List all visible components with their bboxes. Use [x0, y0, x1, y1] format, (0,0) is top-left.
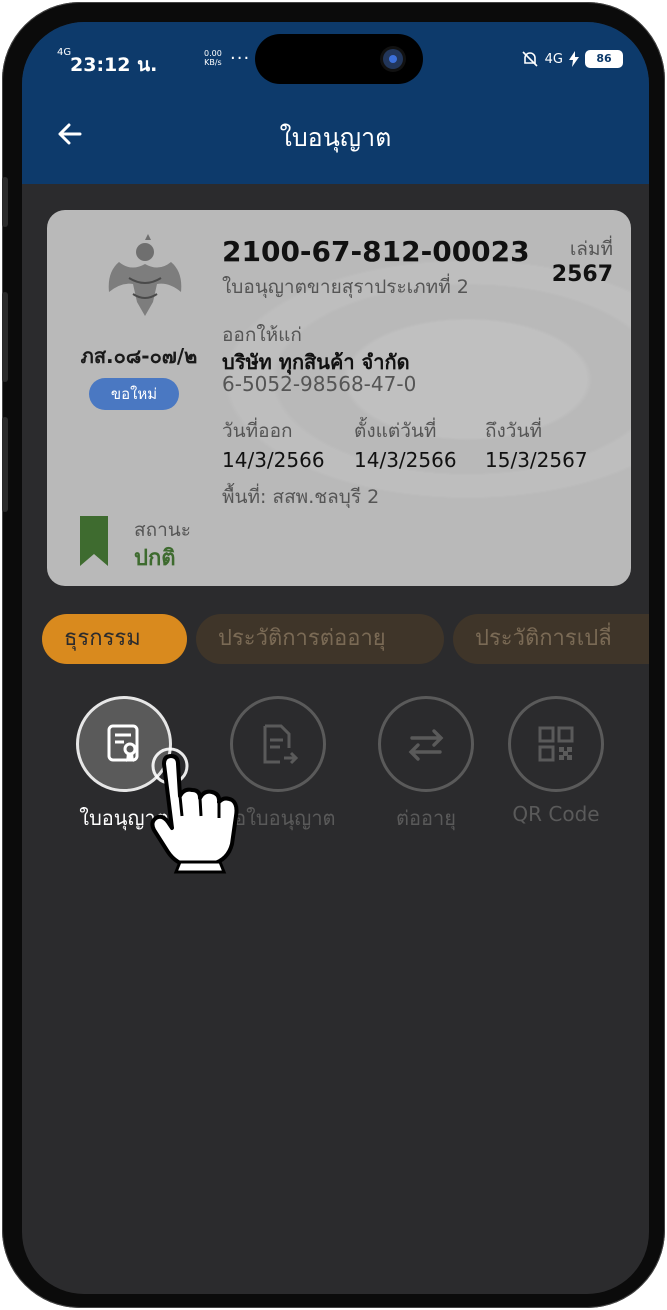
bell-muted-icon [522, 51, 538, 67]
date-value: 14/3/2566 [222, 448, 325, 472]
action-circle [378, 696, 474, 792]
network-type: 4G [544, 51, 563, 67]
volume-up-button [2, 292, 8, 382]
action-qr-code[interactable]: QR Code [496, 696, 616, 826]
renew-icon [408, 729, 444, 761]
charging-icon [569, 51, 579, 67]
request-type-badge: ขอใหม่ [89, 378, 179, 410]
screen: 4G 23:12 น. 0.00 KB/s ··· 4G 86 ใบอนุญาต… [22, 22, 649, 1294]
dynamic-island [255, 34, 423, 84]
pointing-hand-icon [150, 747, 239, 874]
bookmark-flag-icon [80, 516, 108, 566]
date-value: 15/3/2567 [485, 448, 588, 472]
license-type: ใบอนุญาตขายสุราประเภทที่ 2 [222, 276, 469, 298]
status-time: 23:12 น. [70, 54, 158, 76]
area: พื้นที่: สสพ.ชลบุรี 2 [222, 486, 380, 508]
status-value: ปกติ [134, 546, 176, 571]
action-renew[interactable]: ต่ออายุ [366, 696, 486, 834]
license-card[interactable]: ภส.๐๘-๐๗/๒ ขอใหม่ สถานะ ปกติ 2100-67-812… [47, 210, 631, 586]
camera-icon [383, 49, 403, 69]
garuda-emblem-icon [108, 234, 182, 316]
status-right: 4G 86 [521, 50, 623, 68]
form-code: ภส.๐๘-๐๗/๒ [80, 344, 198, 368]
page-title: ใบอนุญาต [279, 123, 392, 152]
tab-renewal-history[interactable]: ประวัติการต่ออายุ [196, 614, 444, 664]
start-date: ตั้งแต่วันที่ 14/3/2566 [354, 416, 457, 472]
date-label: วันที่ออก [222, 420, 293, 442]
book-value: 2567 [551, 262, 613, 287]
speed-unit: KB/s [204, 58, 222, 67]
date-label: ถึงวันที่ [485, 420, 542, 442]
more-dots: ··· [230, 48, 251, 69]
battery-level: 86 [585, 50, 623, 68]
action-circle [508, 696, 604, 792]
date-value: 14/3/2566 [354, 448, 457, 472]
side-button [2, 177, 8, 227]
end-date: ถึงวันที่ 15/3/2567 [485, 416, 588, 472]
license-number: 2100-67-812-00023 [222, 235, 530, 268]
book-label: เล่มที่ [569, 238, 613, 260]
tab-change-history[interactable]: ประวัติการเปลี่ [453, 614, 649, 664]
tab-bar: ธุรกรรม ประวัติการต่ออายุ ประวัติการเปลี… [42, 614, 649, 664]
signal-indicator: 4G [57, 47, 72, 58]
phone-frame: 4G 23:12 น. 0.00 KB/s ··· 4G 86 ใบอนุญาต… [2, 2, 665, 1308]
document-export-icon [263, 724, 299, 765]
tab-transactions[interactable]: ธุรกรรม [42, 614, 187, 664]
qr-code-icon [538, 726, 574, 762]
volume-down-button [2, 417, 8, 512]
app-header: 4G 23:12 น. 0.00 KB/s ··· 4G 86 ใบอนุญาต [22, 22, 649, 184]
date-label: ตั้งแต่วันที่ [354, 420, 437, 442]
speed-value: 0.00 [204, 49, 222, 58]
certificate-icon [107, 724, 139, 762]
action-label: ต่ออายุ [396, 806, 456, 830]
network-speed: 0.00 KB/s [204, 49, 222, 67]
tax-id: 6-5052-98568-47-0 [222, 372, 417, 396]
issue-date: วันที่ออก 14/3/2566 [222, 416, 325, 472]
action-label: QR Code [512, 802, 600, 826]
